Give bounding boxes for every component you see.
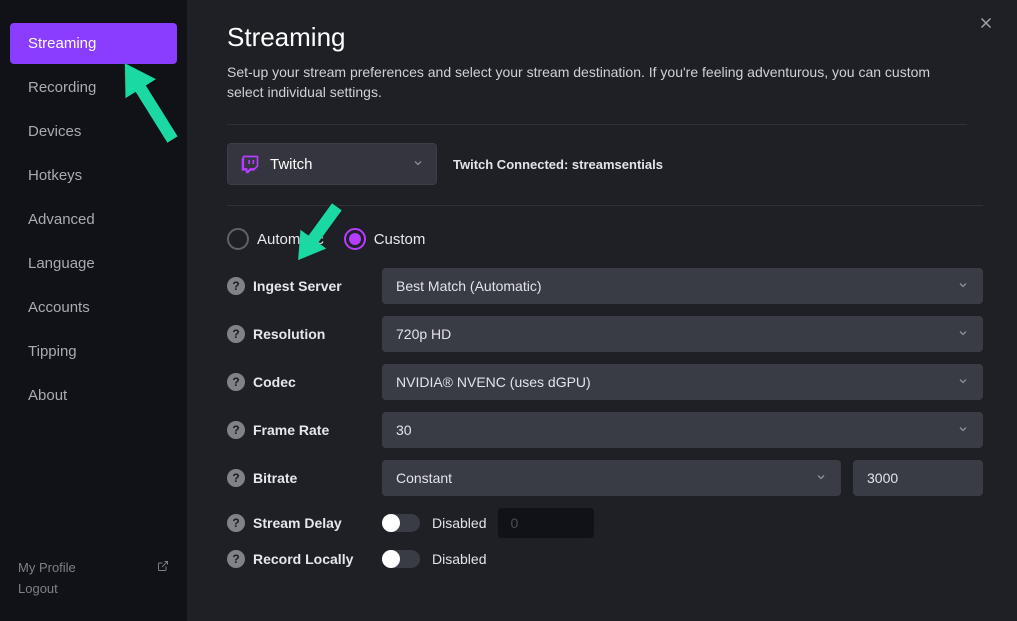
record-locally-label: Record Locally <box>253 551 353 567</box>
record-locally-toggle[interactable] <box>382 550 420 568</box>
sidebar-item-hotkeys[interactable]: Hotkeys <box>10 155 177 196</box>
radio-circle-icon <box>227 228 249 250</box>
radio-custom-label: Custom <box>374 231 426 248</box>
row-framerate: ? Frame Rate 30 <box>227 412 983 448</box>
row-record-locally: ? Record Locally Disabled <box>227 550 983 568</box>
row-bitrate: ? Bitrate Constant 3000 <box>227 460 983 496</box>
framerate-label: Frame Rate <box>253 422 329 438</box>
my-profile-link[interactable]: My Profile <box>18 557 169 578</box>
help-icon[interactable]: ? <box>227 550 245 568</box>
ingest-label: Ingest Server <box>253 278 342 294</box>
codec-label: Codec <box>253 374 296 390</box>
destination-label: Twitch <box>270 156 412 173</box>
twitch-icon <box>240 154 260 174</box>
help-icon[interactable]: ? <box>227 277 245 295</box>
my-profile-label: My Profile <box>18 560 76 575</box>
framerate-select[interactable]: 30 <box>382 412 983 448</box>
sidebar-item-advanced[interactable]: Advanced <box>10 199 177 240</box>
page-subtitle: Set-up your stream preferences and selec… <box>227 63 967 125</box>
ingest-value: Best Match (Automatic) <box>396 278 957 294</box>
resolution-value: 720p HD <box>396 326 957 342</box>
chevron-down-icon <box>957 327 969 342</box>
help-icon[interactable]: ? <box>227 325 245 343</box>
sidebar-item-accounts[interactable]: Accounts <box>10 287 177 328</box>
chevron-down-icon <box>412 157 424 172</box>
ingest-select[interactable]: Best Match (Automatic) <box>382 268 983 304</box>
bitrate-mode-value: Constant <box>396 470 815 486</box>
chevron-down-icon <box>957 375 969 390</box>
logout-link[interactable]: Logout <box>18 578 169 599</box>
bitrate-label: Bitrate <box>253 470 297 486</box>
resolution-label: Resolution <box>253 326 325 342</box>
page-title: Streaming <box>227 22 983 53</box>
codec-select[interactable]: NVIDIA® NVENC (uses dGPU) <box>382 364 983 400</box>
logout-label: Logout <box>18 581 58 596</box>
row-resolution: ? Resolution 720p HD <box>227 316 983 352</box>
help-icon[interactable]: ? <box>227 469 245 487</box>
chevron-down-icon <box>957 423 969 438</box>
sidebar-item-language[interactable]: Language <box>10 243 177 284</box>
sidebar-item-tipping[interactable]: Tipping <box>10 331 177 372</box>
row-stream-delay: ? Stream Delay Disabled 0 <box>227 508 983 538</box>
help-icon[interactable]: ? <box>227 373 245 391</box>
chevron-down-icon <box>957 279 969 294</box>
sidebar-item-streaming[interactable]: Streaming <box>10 23 177 64</box>
destination-select[interactable]: Twitch <box>227 143 437 185</box>
row-codec: ? Codec NVIDIA® NVENC (uses dGPU) <box>227 364 983 400</box>
sidebar-item-about[interactable]: About <box>10 375 177 416</box>
codec-value: NVIDIA® NVENC (uses dGPU) <box>396 374 957 390</box>
stream-delay-input[interactable]: 0 <box>498 508 594 538</box>
resolution-select[interactable]: 720p HD <box>382 316 983 352</box>
record-locally-status: Disabled <box>432 551 486 567</box>
external-link-icon <box>157 560 169 575</box>
radio-circle-selected-icon <box>344 228 366 250</box>
help-icon[interactable]: ? <box>227 514 245 532</box>
connection-status: Twitch Connected: streamsentials <box>453 157 663 172</box>
chevron-down-icon <box>815 471 827 486</box>
framerate-value: 30 <box>396 422 957 438</box>
row-ingest-server: ? Ingest Server Best Match (Automatic) <box>227 268 983 304</box>
bitrate-mode-select[interactable]: Constant <box>382 460 841 496</box>
main-panel: Streaming Set-up your stream preferences… <box>187 0 1017 621</box>
destination-row: Twitch Twitch Connected: streamsentials <box>227 125 983 206</box>
bitrate-input[interactable]: 3000 <box>853 460 983 496</box>
sidebar-footer: My Profile Logout <box>0 547 187 609</box>
stream-delay-label: Stream Delay <box>253 515 342 531</box>
radio-custom[interactable]: Custom <box>344 228 426 250</box>
help-icon[interactable]: ? <box>227 421 245 439</box>
stream-delay-status: Disabled <box>432 515 486 531</box>
close-button[interactable] <box>977 14 995 38</box>
stream-delay-toggle[interactable] <box>382 514 420 532</box>
